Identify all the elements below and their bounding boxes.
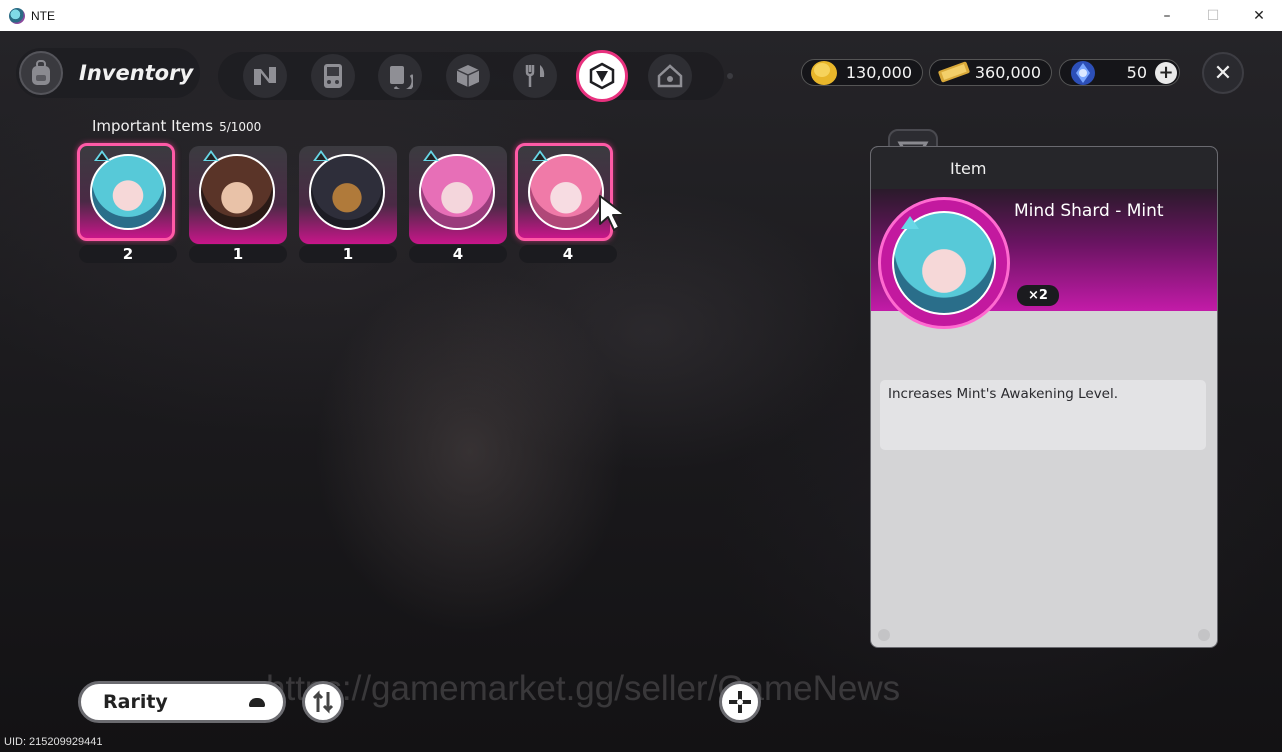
detail-header: Item [871,147,1217,189]
maximize-button[interactable]: ☐ [1190,0,1236,31]
tab-box-icon[interactable] [446,54,490,98]
item-quantity: 1 [299,245,397,263]
item-quantity: 2 [79,245,177,263]
item-detail-panel: Item Mind Shard - Mint ×2 Increases Mint… [870,146,1218,648]
window-controls: – ☐ ✕ [1144,0,1282,31]
mouse-cursor-icon [598,194,632,238]
rank-triangle-icon [423,150,439,161]
sort-arrows-icon [312,690,334,714]
item-slot[interactable] [409,146,507,244]
corner-ornament [1198,629,1210,641]
section-title: Important Items [92,117,214,135]
minimize-button[interactable]: – [1144,0,1190,31]
app-icon [9,7,25,24]
sort-order-toggle-button[interactable] [302,681,344,723]
item-slot[interactable] [189,146,287,244]
ticket-icon [936,57,972,91]
blue-crystal-icon [1066,57,1100,93]
currency-crystal: 50 + [1059,59,1180,86]
currency-gold: 130,000 [801,59,923,86]
window-titlebar: NTE – ☐ ✕ [0,0,1282,31]
rank-triangle-icon [313,150,329,161]
item-portrait [199,154,275,230]
item-slot-mint[interactable] [77,143,175,241]
item-portrait [309,154,385,230]
crosshair-button[interactable] [719,681,761,723]
item-portrait [528,154,604,230]
rank-triangle-icon [203,150,219,161]
item-quantity: 4 [409,245,507,263]
detail-portrait-ring [878,197,1010,329]
tab-handheld-console-icon[interactable] [311,54,355,98]
category-tab-bar [218,50,733,102]
gold-coin-icon [808,57,840,91]
close-inventory-button[interactable]: ✕ [1202,52,1244,94]
item-portrait [90,154,166,230]
window-title: NTE [31,8,55,23]
ticket-amount: 360,000 [974,63,1041,82]
add-crystal-button[interactable]: + [1155,61,1177,84]
section-header: Important Items 5/1000 [92,117,261,135]
corner-ornament [878,629,890,641]
currency-ticket: 360,000 [929,59,1052,86]
tab-crystal-shard-icon[interactable] [576,50,628,102]
inventory-header: Inventory [16,48,200,98]
sort-rarity-label: Rarity [103,691,168,713]
crosshair-icon [729,691,751,713]
rank-triangle-icon [901,216,919,229]
tab-fork-knife-icon[interactable] [513,54,557,98]
crystal-amount: 50 [1126,63,1147,82]
user-id: UID: 215209929441 [4,736,103,748]
detail-banner: Mind Shard - Mint ×2 [871,189,1217,329]
item-quantity: 1 [189,245,287,263]
page-title: Inventory [79,61,194,85]
item-quantity: 4 [519,245,617,263]
item-owned-quantity: ×2 [1017,285,1059,306]
item-name: Mind Shard - Mint [1014,201,1164,221]
backpack-icon [19,51,63,95]
detail-header-label: Item [950,159,987,178]
section-count: 5/1000 [219,120,262,134]
sort-rarity-dropdown[interactable]: Rarity [78,681,286,723]
rank-triangle-icon [94,150,110,161]
item-description: Increases Mint's Awakening Level. [880,380,1206,450]
game-viewport: Inventory 130,000 360,000 50 + ✕ Importa… [0,31,1282,752]
window-close-button[interactable]: ✕ [1236,0,1282,31]
item-portrait [419,154,495,230]
rank-triangle-icon [532,150,548,161]
tab-n-logo-icon[interactable] [243,54,287,98]
tab-home-icon[interactable] [648,54,692,98]
watermark-text: https://gamemarket.gg/seller/GameNews [266,669,901,708]
tab-bar-dot [727,73,733,79]
tab-cards-icon[interactable] [378,54,422,98]
gold-amount: 130,000 [845,63,912,82]
item-slot[interactable] [299,146,397,244]
caret-down-icon [249,698,265,707]
